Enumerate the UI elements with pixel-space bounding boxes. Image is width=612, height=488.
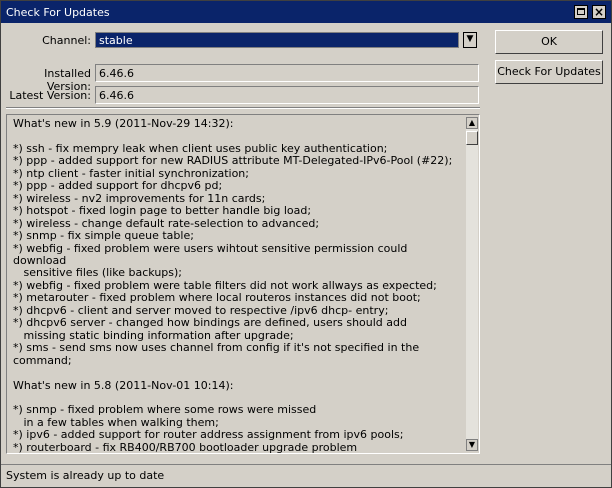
maximize-button[interactable] (574, 5, 588, 19)
channel-select[interactable]: stable (95, 32, 459, 48)
ok-button[interactable]: OK (495, 30, 603, 54)
separator (6, 107, 480, 109)
installed-version-field: 6.46.6 (95, 64, 479, 82)
scroll-up-icon[interactable]: ▲ (466, 117, 478, 129)
changelog-textarea[interactable]: What's new in 5.9 (2011-Nov-29 14:32): *… (6, 114, 480, 454)
channel-label: Channel: (42, 34, 91, 47)
status-text: System is already up to date (6, 469, 165, 482)
title-bar[interactable]: Check For Updates × (1, 1, 611, 23)
scroll-down-icon[interactable]: ▼ (466, 439, 478, 451)
window-title: Check For Updates (6, 6, 110, 19)
changelog-text: What's new in 5.9 (2011-Nov-29 14:32): *… (13, 117, 453, 454)
scrollbar-thumb[interactable] (466, 131, 478, 145)
chevron-down-icon[interactable]: ▼ (463, 32, 477, 48)
close-button[interactable]: × (592, 5, 606, 19)
status-bar: System is already up to date (1, 464, 611, 487)
check-for-updates-window: Check For Updates × Channel: stable ▼ In… (0, 0, 612, 488)
vertical-scrollbar[interactable]: ▲ ▼ (466, 117, 478, 451)
check-for-updates-button[interactable]: Check For Updates (495, 60, 603, 84)
latest-version-label: Latest Version: (9, 89, 91, 102)
latest-version-field: 6.46.6 (95, 86, 479, 104)
